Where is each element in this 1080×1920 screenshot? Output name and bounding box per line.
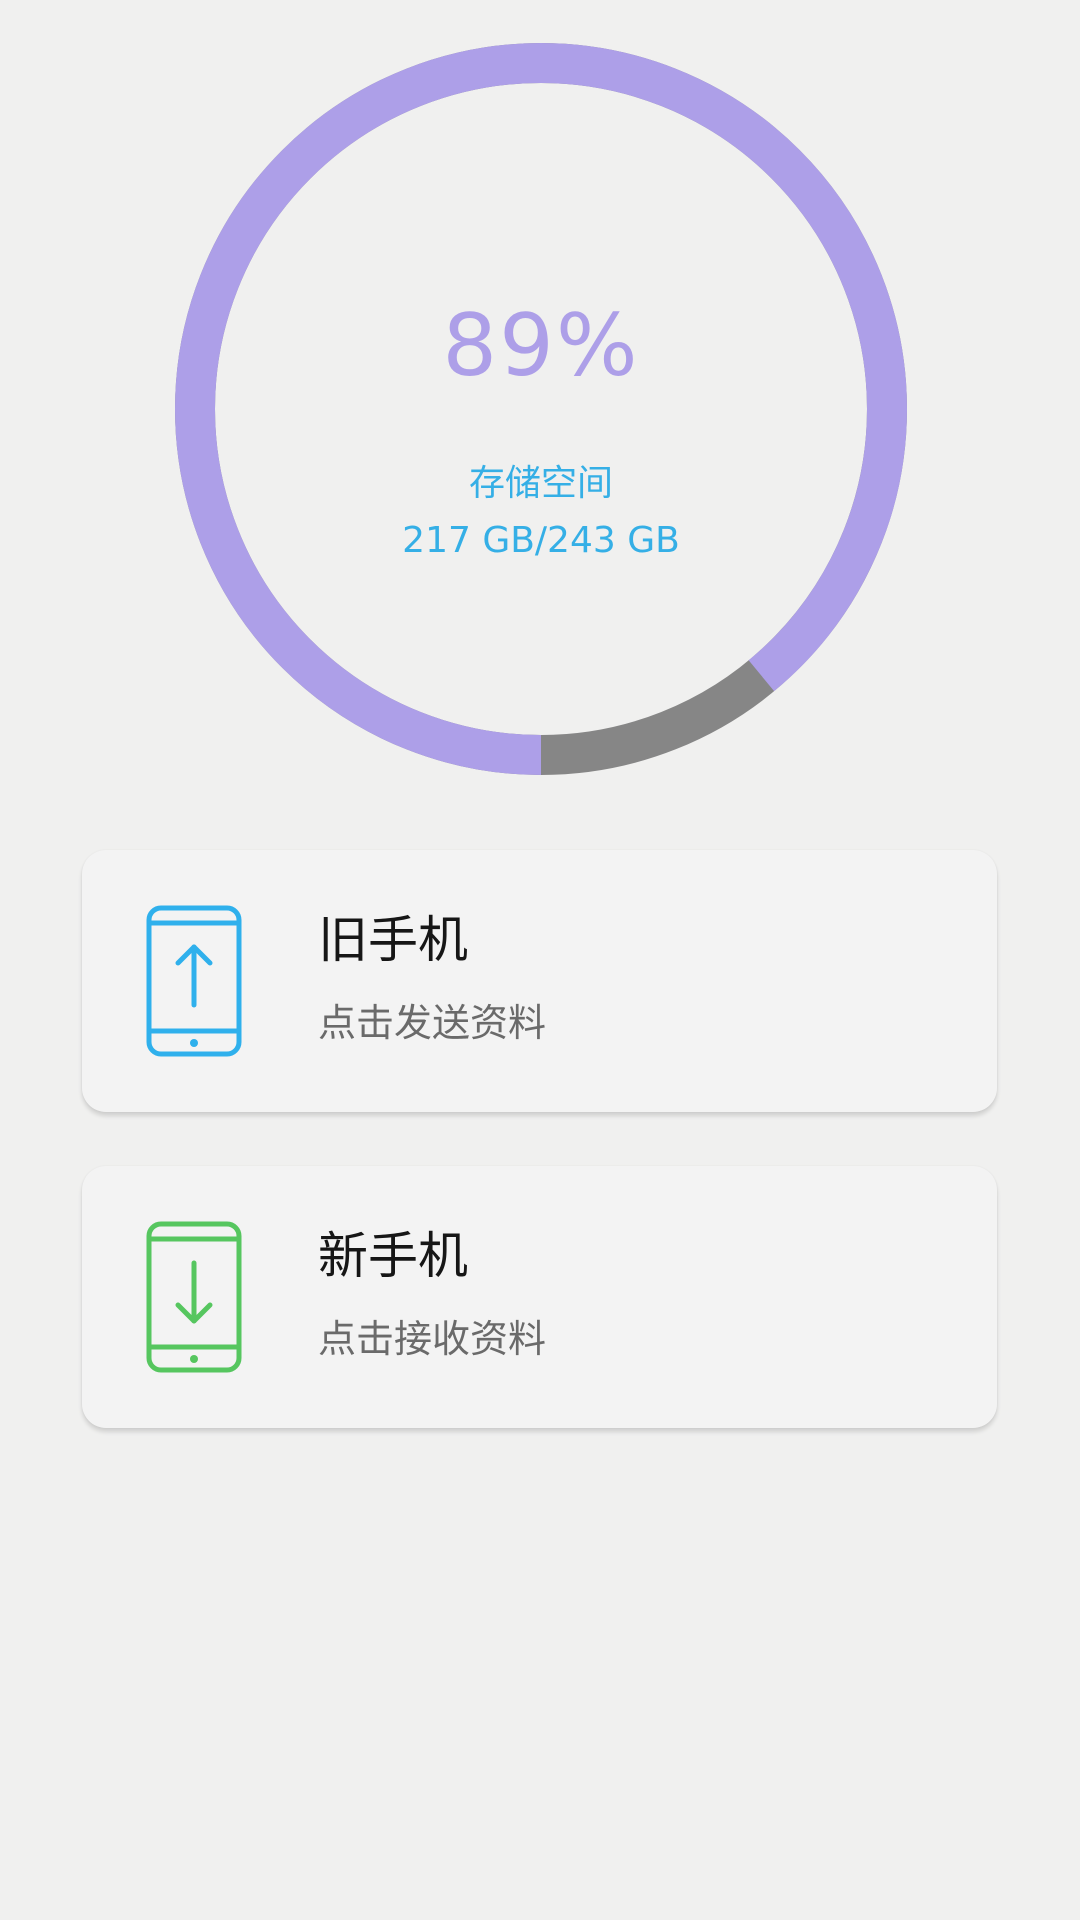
phone-upload-icon: [146, 905, 242, 1057]
phone-download-icon: [146, 1221, 242, 1373]
storage-value: 217 GB/243 GB: [402, 520, 680, 561]
storage-summary: 89% 存储空间 217 GB/243 GB: [175, 43, 907, 775]
storage-percent: 89%: [442, 296, 640, 396]
new-phone-title: 新手机: [318, 1227, 468, 1285]
old-phone-card[interactable]: 旧手机 点击发送资料: [82, 850, 997, 1112]
storage-label: 存储空间: [468, 463, 613, 504]
new-phone-card[interactable]: 新手机 点击接收资料: [82, 1166, 997, 1428]
old-phone-title: 旧手机: [318, 911, 468, 969]
old-phone-subtitle: 点击发送资料: [318, 1001, 547, 1045]
new-phone-subtitle: 点击接收资料: [318, 1317, 547, 1361]
storage-ring: 89% 存储空间 217 GB/243 GB: [175, 43, 907, 775]
